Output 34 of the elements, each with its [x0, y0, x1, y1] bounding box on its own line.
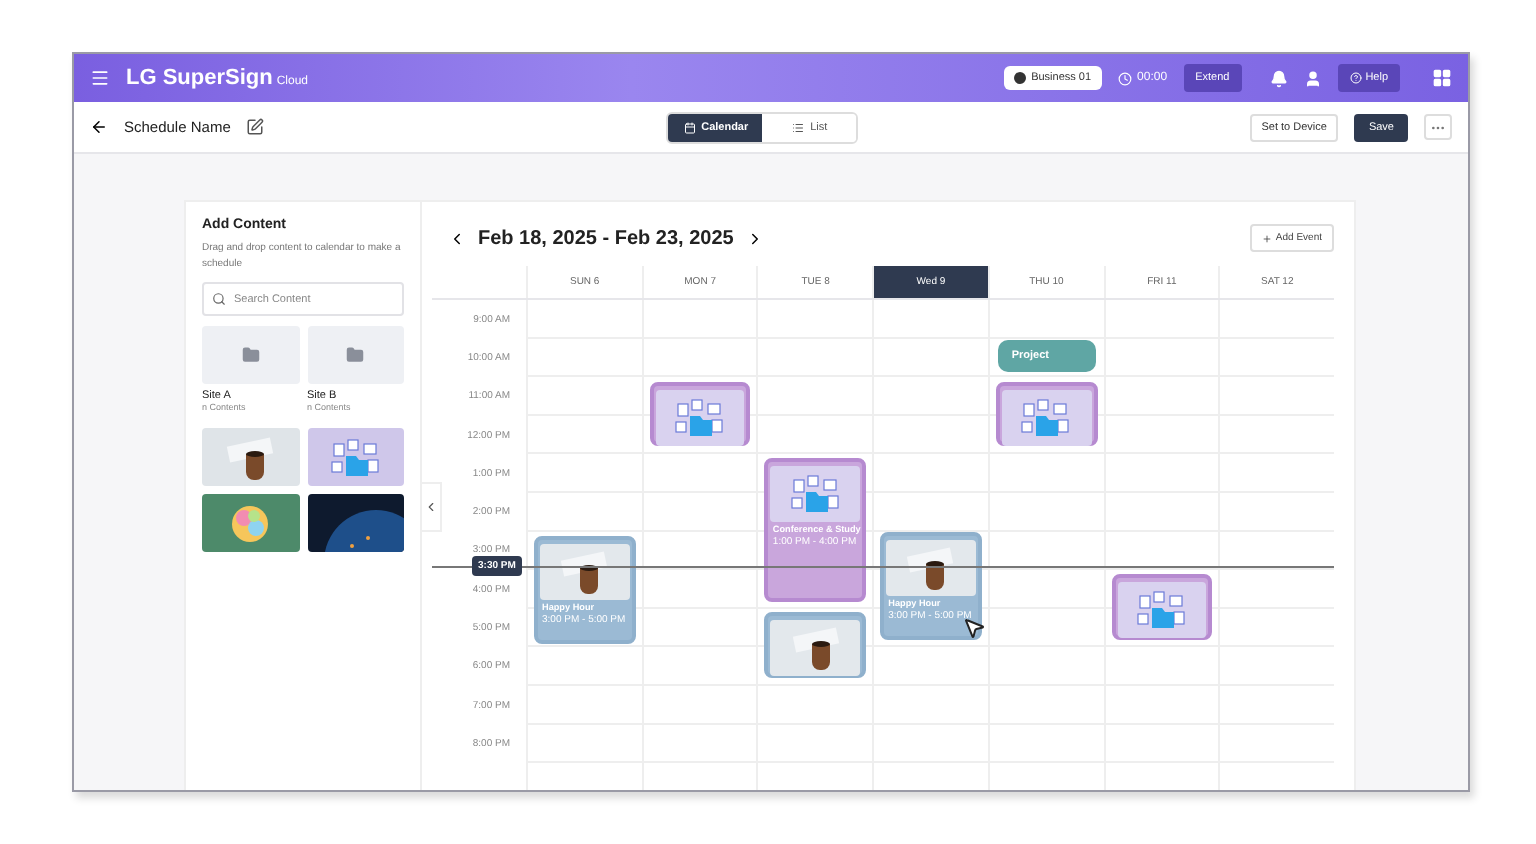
menu-icon[interactable] [90, 68, 110, 88]
calendar-event[interactable] [764, 612, 867, 679]
edit-icon[interactable] [246, 118, 265, 136]
user-icon[interactable] [1303, 69, 1322, 87]
coffee-cup-drawing [902, 545, 959, 590]
media-thumbnail[interactable] [307, 494, 404, 552]
calendar-icon [683, 121, 696, 133]
folder-icon [346, 346, 365, 364]
media-thumbnail[interactable] [307, 428, 404, 486]
mouse-pointer-icon [962, 616, 986, 640]
list-icon [792, 121, 805, 133]
apps-grid-icon[interactable] [1432, 68, 1452, 88]
plus-icon [1261, 233, 1272, 243]
back-arrow-icon[interactable] [90, 118, 108, 136]
coffee-cup-drawing [787, 626, 844, 671]
previous-icon[interactable] [448, 229, 466, 247]
files-illustration-drawing [1135, 590, 1188, 631]
coffee-cup-drawing [556, 549, 613, 594]
clock-icon [1117, 71, 1132, 85]
media-thumbnail[interactable] [202, 428, 299, 486]
files-illustration-drawing [789, 474, 842, 515]
help-icon [1349, 72, 1362, 84]
files-illustration-drawing [329, 437, 382, 477]
chevron-left-icon [424, 500, 438, 514]
search-icon [212, 292, 226, 306]
bell-icon[interactable] [1269, 69, 1288, 87]
folder-icon [241, 346, 260, 364]
files-illustration-drawing [674, 397, 727, 438]
coffee-cup-drawing [222, 435, 279, 479]
date-range: Feb 18, 2025 - Feb 23, 2025 [478, 227, 734, 249]
media-thumbnail[interactable] [202, 494, 299, 552]
folder-tile[interactable] [307, 326, 404, 384]
folder-tile[interactable] [202, 326, 299, 384]
files-illustration-drawing [1020, 397, 1073, 438]
